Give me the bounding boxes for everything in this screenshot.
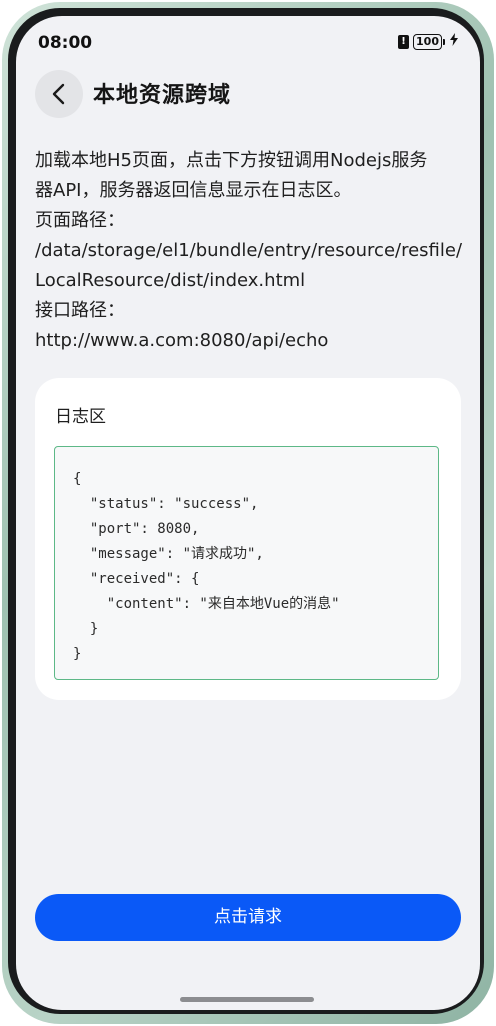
charging-bolt-icon [450,33,458,50]
page-path-line-1: /data/storage/el1/bundle/entry/resource/… [35,240,463,261]
log-title: 日志区 [55,407,106,427]
page-path-label: 页面路径： [35,210,125,231]
battery-icon: 100 [413,33,445,50]
home-indicator[interactable] [180,997,314,1002]
page-title: 本地资源跨域 [93,83,232,108]
log-content: { "status": "success", "port": 8080, "me… [73,471,340,662]
screen: 08:00 ! 100 本地资源跨域 加载本地H5页面，点击下方按钮调用Node… [16,16,480,1010]
battery-level: 100 [413,33,442,50]
api-path-label: 接口路径： [35,300,125,321]
status-time: 08:00 [38,33,93,53]
chevron-left-icon [52,83,65,105]
status-icons: ! 100 [398,33,458,50]
alert-icon: ! [398,34,410,49]
back-button[interactable] [35,70,83,118]
request-button[interactable]: 点击请求 [35,894,461,941]
battery-cap [443,38,445,45]
description-line-2: 器API，服务器返回信息显示在日志区。 [35,180,352,201]
page-path-line-2: LocalResource/dist/index.html [35,270,306,291]
log-card: 日志区 { "status": "success", "port": 8080,… [35,378,461,700]
description: 加载本地H5页面，点击下方按钮调用Nodejs服务 器API，服务器返回信息显示… [35,146,463,356]
log-output[interactable]: { "status": "success", "port": 8080, "me… [54,446,439,680]
description-line-1: 加载本地H5页面，点击下方按钮调用Nodejs服务 [35,150,428,171]
api-path: http://www.a.com:8080/api/echo [35,330,329,351]
